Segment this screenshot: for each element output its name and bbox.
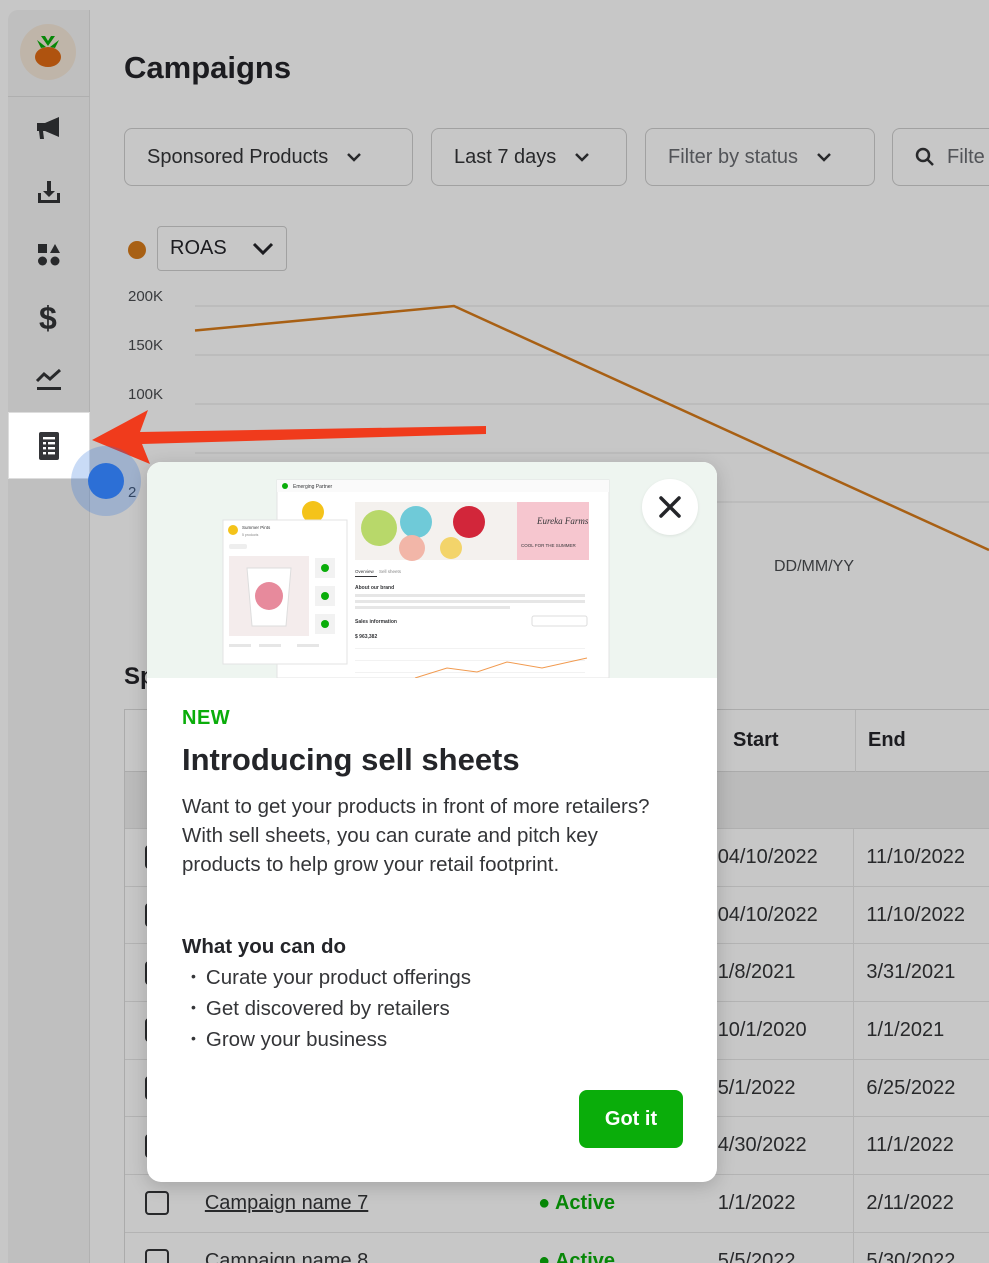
got-it-button[interactable]: Got it [579,1090,683,1148]
feature-item: Curate your product offerings [191,963,471,994]
modal-description: Want to get your products in front of mo… [182,795,650,876]
close-button[interactable] [642,479,698,535]
hero-about: About our brand [355,585,394,591]
feature-item: Grow your business [191,1025,471,1056]
feature-list: Curate your product offerings Get discov… [191,963,471,1056]
hero-tab-overview: Overview [355,569,375,574]
hero-promo-brand: Eureka Farms [536,516,589,526]
hero-sales-value: $ 963,382 [355,634,377,640]
modal-title: Introducing sell sheets [182,742,520,777]
close-icon [659,496,681,518]
hero-illustration: Emerging Partner Eureka Farms COOL FOR T… [147,462,717,678]
hero-app-name: Emerging Partner [293,484,333,490]
new-badge: NEW [182,707,231,729]
hero-sales-info: Sales information [355,619,397,625]
sell-sheets-modal: Emerging Partner Eureka Farms COOL FOR T… [147,462,717,1182]
beacon-dot[interactable] [88,463,124,499]
hero-promo-tag: COOL FOR THE SUMMER [521,543,577,548]
hero-tab-sell-sheets: Sell sheets [379,569,402,574]
hero-brand-name: Summer Pints [242,525,271,530]
feature-item: Get discovered by retailers [191,994,471,1025]
modal-subheading: What you can do [182,935,346,958]
hero-brand-sub: 5 products [242,533,259,537]
